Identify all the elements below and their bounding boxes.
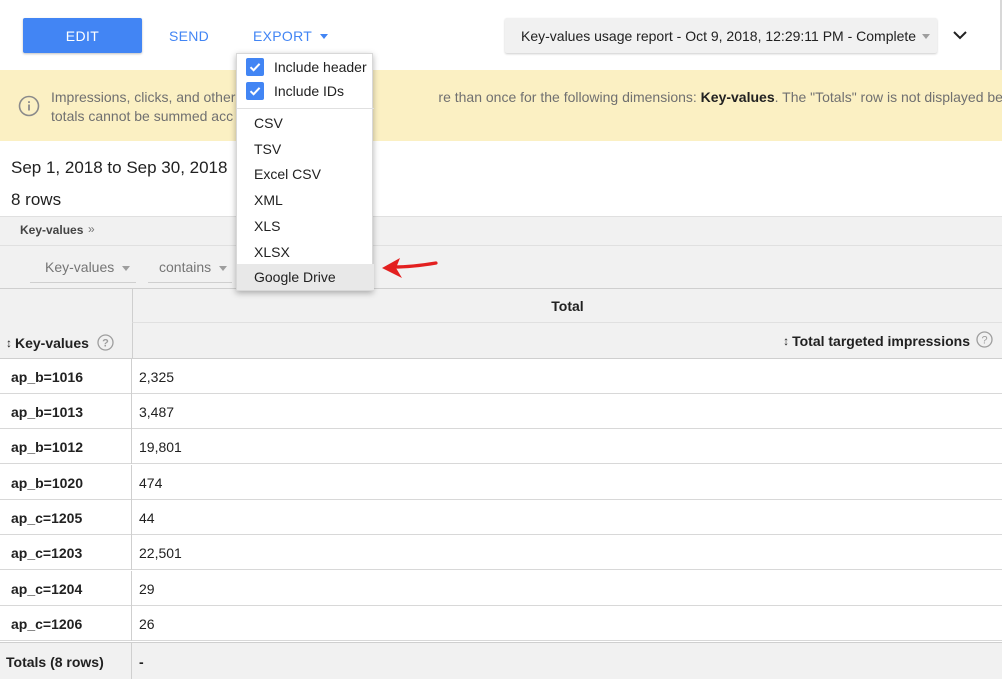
help-icon[interactable]: ? bbox=[976, 331, 993, 348]
table-row: ap_b=1020 474 bbox=[0, 465, 1002, 500]
include-header-checkbox[interactable]: Include header bbox=[237, 54, 374, 79]
table-row: ap_c=1206 26 bbox=[0, 606, 1002, 641]
checkbox-checked-icon bbox=[246, 81, 264, 100]
table-row: ap_b=1016 2,325 bbox=[0, 359, 1002, 394]
table-row: ap_c=1203 22,501 bbox=[0, 535, 1002, 570]
svg-text:?: ? bbox=[102, 338, 109, 350]
warning-line1-middle: re than once for the following dimension… bbox=[438, 89, 701, 105]
impressions-cell: 2,325 bbox=[139, 368, 175, 385]
include-ids-label: Include IDs bbox=[274, 82, 345, 99]
export-xls[interactable]: XLS bbox=[237, 213, 374, 239]
help-icon[interactable]: ? bbox=[97, 334, 114, 351]
include-ids-checkbox[interactable]: Include IDs bbox=[237, 78, 374, 103]
toolbar: EDIT SEND EXPORT Key-values usage report… bbox=[0, 0, 1002, 70]
key-value-cell: ap_b=1012 bbox=[0, 429, 132, 464]
total-targeted-impressions-header[interactable]: ↕ Total targeted impressions bbox=[783, 333, 970, 349]
chevron-down-icon bbox=[922, 34, 931, 39]
metric-header-label: Total targeted impressions bbox=[792, 333, 970, 349]
warning-line2: totals cannot be summed acc bbox=[51, 108, 234, 124]
table-row: ap_c=1205 44 bbox=[0, 500, 1002, 535]
key-value-cell: ap_c=1206 bbox=[0, 606, 132, 641]
filter-operator-underline bbox=[148, 282, 232, 283]
key-value-cell: ap_b=1016 bbox=[0, 359, 132, 394]
impressions-cell: 26 bbox=[139, 615, 155, 632]
export-google-drive[interactable]: Google Drive bbox=[237, 264, 374, 290]
warning-line1-end: . The "Totals" row is not displayed beca… bbox=[774, 89, 1002, 105]
breadcrumb: Key-values » bbox=[0, 216, 1002, 246]
totals-value: - bbox=[139, 653, 144, 670]
breadcrumb-separator: » bbox=[88, 222, 95, 236]
key-values-header-label: Key-values bbox=[15, 334, 89, 351]
report-title: Key-values usage report - Oct 9, 2018, 1… bbox=[521, 27, 917, 44]
include-header-label: Include header bbox=[274, 58, 367, 75]
key-value-cell: ap_c=1203 bbox=[0, 535, 132, 570]
table-row: ap_c=1204 29 bbox=[0, 571, 1002, 606]
export-csv[interactable]: CSV bbox=[237, 110, 374, 136]
totals-row: Totals (8 rows) - bbox=[0, 642, 1002, 679]
export-button[interactable]: EXPORT bbox=[245, 18, 336, 53]
breadcrumb-item[interactable]: Key-values bbox=[20, 223, 83, 237]
sort-icon: ↕ bbox=[6, 335, 12, 350]
impressions-cell: 29 bbox=[139, 580, 155, 597]
filter-operator-label: contains bbox=[159, 259, 212, 275]
svg-text:?: ? bbox=[981, 335, 987, 347]
key-value-cell: ap_c=1204 bbox=[0, 571, 132, 606]
key-value-cell: ap_c=1205 bbox=[0, 500, 132, 535]
table-row: ap_b=1013 3,487 bbox=[0, 394, 1002, 429]
annotation-arrow-icon bbox=[380, 252, 440, 282]
impressions-cell: 22,501 bbox=[139, 544, 182, 561]
filter-operator-select[interactable]: contains bbox=[159, 259, 228, 275]
sort-icon: ↕ bbox=[783, 334, 790, 348]
export-excel-csv[interactable]: Excel CSV bbox=[237, 161, 374, 187]
row-count: 8 rows bbox=[11, 190, 62, 209]
report-select[interactable]: Key-values usage report - Oct 9, 2018, 1… bbox=[505, 18, 937, 53]
key-value-cell: ap_b=1013 bbox=[0, 394, 132, 429]
export-menu: Include header Include IDs CSV TSV Excel… bbox=[236, 53, 374, 291]
menu-divider bbox=[237, 108, 374, 109]
warning-text: Impressions, clicks, and other re than on… bbox=[51, 88, 1002, 126]
info-icon bbox=[18, 95, 40, 117]
totals-label: Totals (8 rows) bbox=[0, 643, 132, 679]
key-values-column-header[interactable]: ↕ Key-values ? bbox=[6, 334, 114, 351]
send-button[interactable]: SEND bbox=[160, 18, 218, 53]
impressions-cell: 474 bbox=[139, 474, 163, 491]
warning-banner: Impressions, clicks, and other re than on… bbox=[0, 70, 1002, 141]
impressions-cell: 44 bbox=[139, 509, 155, 526]
filter-dimension-label: Key-values bbox=[45, 259, 115, 275]
metric-header-cell: ↕ Total targeted impressions ? bbox=[132, 323, 1002, 359]
export-xlsx[interactable]: XLSX bbox=[237, 239, 374, 265]
key-value-cell: ap_b=1020 bbox=[0, 465, 132, 500]
warning-dimension: Key-values bbox=[700, 89, 775, 105]
date-range: Sep 1, 2018 to Sep 30, 2018 bbox=[11, 158, 228, 177]
table-row: ap_b=1012 19,801 bbox=[0, 429, 1002, 464]
expand-icon[interactable] bbox=[948, 22, 972, 48]
total-group-header: Total bbox=[132, 288, 1002, 323]
report-table: ↕ Key-values ? Total ↕ Total targeted im… bbox=[0, 288, 1002, 679]
export-tsv[interactable]: TSV bbox=[237, 136, 374, 162]
edit-button[interactable]: EDIT bbox=[23, 18, 142, 53]
filter-dimension-select[interactable]: Key-values bbox=[45, 259, 131, 275]
impressions-cell: 3,487 bbox=[139, 403, 175, 420]
warning-line1-start: Impressions, clicks, and other bbox=[51, 89, 236, 105]
export-label: EXPORT bbox=[253, 27, 313, 44]
checkbox-checked-icon bbox=[246, 57, 264, 76]
impressions-cell: 19,801 bbox=[139, 438, 182, 455]
chevron-down-icon bbox=[122, 265, 131, 271]
dimension-header-cell: ↕ Key-values ? bbox=[0, 288, 132, 359]
chevron-down-icon bbox=[320, 34, 329, 39]
chevron-down-icon bbox=[219, 265, 228, 271]
export-xml[interactable]: XML bbox=[237, 187, 374, 213]
filter-dimension-underline bbox=[30, 282, 136, 283]
